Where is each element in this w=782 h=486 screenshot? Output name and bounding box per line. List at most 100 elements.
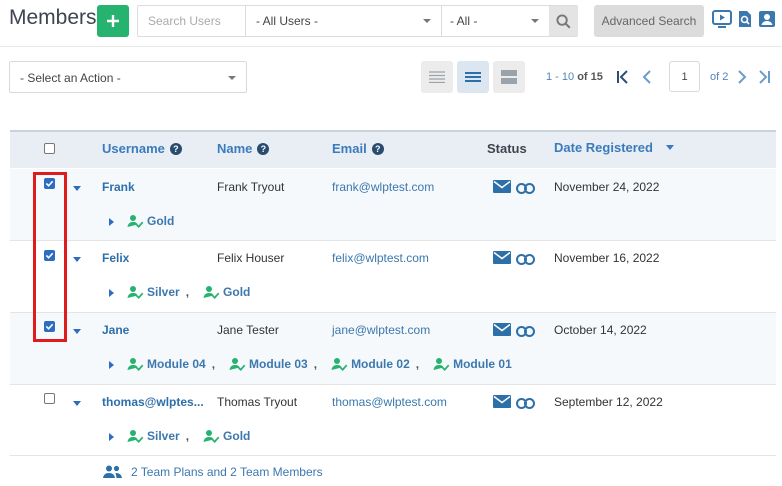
help-icon[interactable]: ?	[371, 142, 384, 155]
view-compact-button[interactable]	[421, 61, 453, 93]
level-tag[interactable]: Module 03,	[229, 357, 331, 371]
level-filter-select[interactable]: - All Users -	[246, 6, 442, 36]
user-profile-icon[interactable]	[757, 9, 777, 29]
header-divider	[0, 46, 782, 47]
chevron-down-icon	[228, 76, 236, 80]
row-email[interactable]: felix@wlptest.com	[332, 251, 429, 265]
level-name: Silver	[147, 285, 180, 299]
expand-row-icon[interactable]	[73, 257, 81, 262]
column-name-label: Name	[217, 141, 253, 156]
user-check-icon	[203, 286, 220, 299]
advanced-search-button[interactable]: Advanced Search	[594, 5, 704, 37]
sort-desc-icon	[665, 145, 674, 150]
column-status: Status	[487, 141, 527, 156]
list-compact-icon	[429, 71, 445, 83]
last-page-icon[interactable]	[756, 69, 772, 85]
column-name[interactable]: Name?	[217, 141, 270, 156]
search-button[interactable]	[549, 6, 578, 36]
bulk-action-select[interactable]: - Select an Action -	[9, 61, 247, 93]
expand-levels-icon[interactable]	[109, 218, 114, 226]
level-name: Module 01	[453, 357, 512, 371]
email-icon[interactable]	[493, 323, 511, 341]
help-icon[interactable]: ?	[257, 142, 270, 155]
level-tag[interactable]: Gold	[203, 285, 250, 299]
expand-row-icon[interactable]	[73, 186, 81, 191]
row-name: Felix Houser	[217, 251, 285, 265]
link-icon[interactable]	[516, 181, 535, 199]
plus-icon	[107, 15, 119, 27]
status-filter-select[interactable]: - All -	[442, 6, 549, 36]
chevron-down-icon	[531, 19, 539, 23]
row-levels: Silver, Gold	[127, 429, 250, 443]
row-username[interactable]: Jane	[102, 323, 129, 337]
link-icon[interactable]	[516, 396, 535, 414]
row-email[interactable]: frank@wlptest.com	[332, 180, 434, 194]
status-filter-value: - All -	[450, 14, 478, 28]
row-levels: Module 04, Module 03, Module 02, Module …	[127, 357, 512, 371]
help-icon[interactable]: ?	[169, 142, 182, 155]
add-member-button[interactable]	[97, 5, 129, 37]
level-separator: ,	[313, 357, 318, 371]
expand-levels-icon[interactable]	[109, 289, 114, 297]
link-icon[interactable]	[516, 324, 535, 342]
expand-levels-icon[interactable]	[109, 361, 114, 369]
video-tutorial-icon[interactable]	[712, 9, 732, 29]
level-name: Module 03	[249, 357, 308, 371]
level-tag[interactable]: Module 02,	[331, 357, 433, 371]
range-label: 1 - 10	[546, 71, 575, 83]
first-page-icon[interactable]	[615, 69, 631, 85]
team-icon	[103, 465, 122, 483]
column-date-registered[interactable]: Date Registered	[554, 140, 674, 155]
row-date: September 12, 2022	[554, 395, 663, 409]
page-count-label: of 2	[710, 71, 729, 83]
search-input[interactable]	[138, 6, 246, 36]
view-expanded-button[interactable]	[493, 61, 525, 93]
highlight-box	[33, 172, 67, 342]
level-separator: ,	[185, 429, 190, 443]
row-username[interactable]: Felix	[102, 251, 129, 265]
link-icon[interactable]	[516, 252, 535, 270]
email-icon[interactable]	[493, 395, 511, 413]
level-tag[interactable]: Silver,	[127, 285, 203, 299]
total-label: of 15	[577, 71, 603, 83]
prev-page-icon[interactable]	[639, 69, 655, 85]
column-email[interactable]: Email?	[332, 141, 384, 156]
user-check-icon	[127, 430, 144, 443]
user-check-icon	[433, 358, 450, 371]
team-info-link[interactable]: 2 Team Plans and 2 Team Members	[131, 465, 323, 479]
row-date: October 14, 2022	[554, 323, 647, 337]
email-icon[interactable]	[493, 251, 511, 269]
row-email[interactable]: jane@wlptest.com	[332, 323, 430, 337]
row-username[interactable]: Frank	[102, 180, 135, 194]
level-filter-value: - All Users -	[256, 14, 319, 28]
column-username[interactable]: Username?	[102, 141, 182, 156]
user-check-icon	[127, 358, 144, 371]
help-search-icon[interactable]	[735, 9, 755, 29]
next-page-icon[interactable]	[734, 69, 750, 85]
email-icon[interactable]	[493, 180, 511, 198]
level-tag[interactable]: Gold	[127, 214, 174, 228]
expand-row-icon[interactable]	[73, 329, 81, 334]
pagination-range: 1 - 10 of 15	[546, 71, 603, 83]
level-tag[interactable]: Module 04,	[127, 357, 229, 371]
view-default-button[interactable]	[457, 61, 489, 93]
user-check-icon	[127, 215, 144, 228]
expand-levels-icon[interactable]	[109, 433, 114, 441]
level-tag[interactable]: Module 01	[433, 357, 512, 371]
user-check-icon	[331, 358, 348, 371]
row-email[interactable]: thomas@wlptest.com	[332, 395, 447, 409]
level-tag[interactable]: Gold	[203, 429, 250, 443]
search-icon	[556, 13, 571, 29]
bulk-action-value: - Select an Action -	[20, 71, 121, 85]
row-checkbox[interactable]	[44, 393, 55, 404]
row-username[interactable]: thomas@wlptes...	[102, 395, 204, 409]
select-all-checkbox[interactable]	[44, 143, 55, 154]
user-check-icon	[229, 358, 246, 371]
level-tag[interactable]: Silver,	[127, 429, 203, 443]
page-title: Members	[9, 6, 97, 29]
grid-rows-icon	[501, 70, 517, 84]
page-number-input[interactable]: 1	[669, 61, 700, 92]
expand-row-icon[interactable]	[73, 401, 81, 406]
level-separator: ,	[211, 357, 216, 371]
level-separator: ,	[185, 285, 190, 299]
